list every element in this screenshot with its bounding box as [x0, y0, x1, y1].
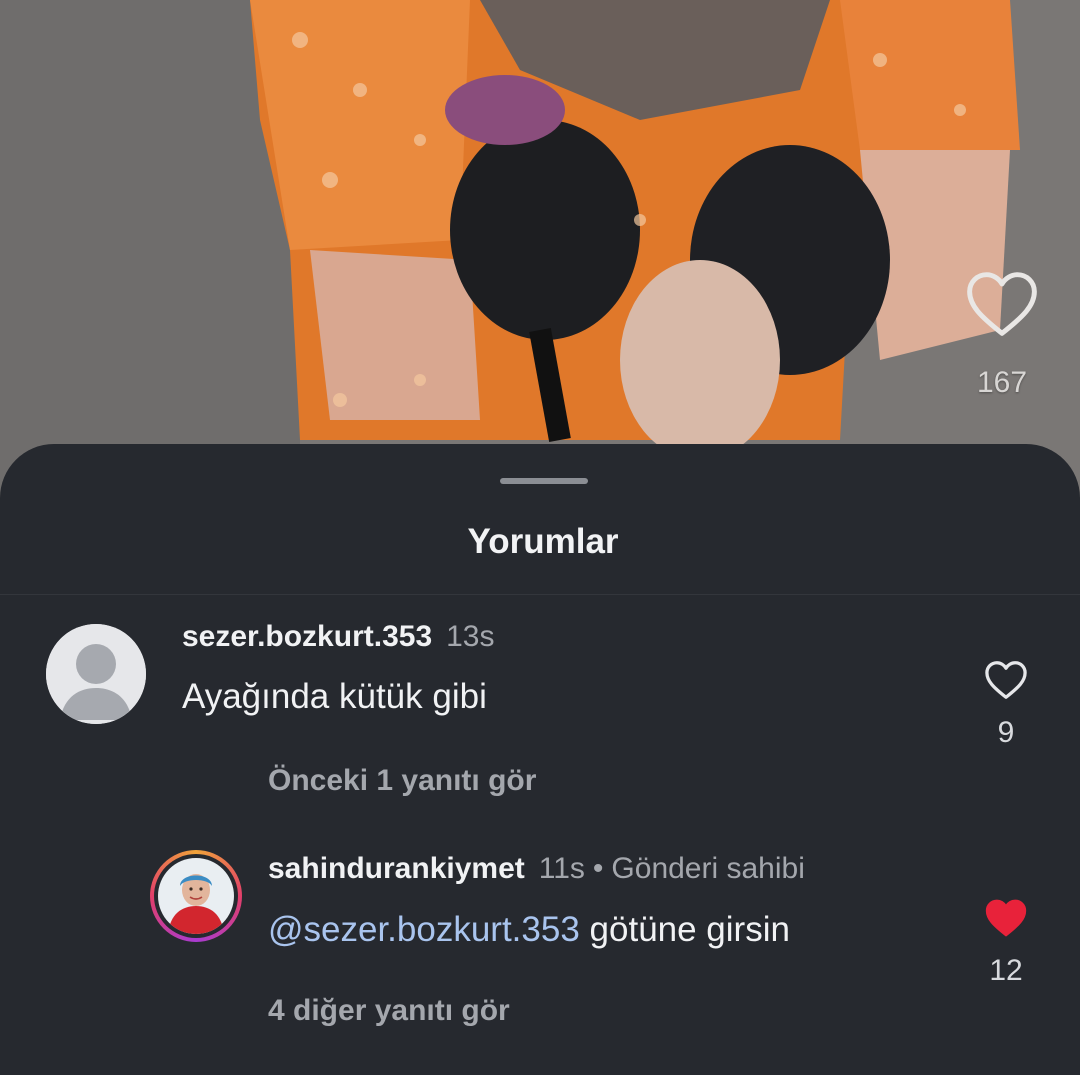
heart-filled-icon[interactable]: [984, 898, 1028, 938]
sheet-drag-handle[interactable]: [500, 478, 588, 484]
comment-like-count: 9: [997, 716, 1015, 749]
video-like-group[interactable]: 167: [962, 270, 1042, 400]
reply-text: @sezer.bozkurt.353 götüne girsin: [268, 910, 790, 950]
heart-outline-icon[interactable]: [965, 270, 1039, 338]
reply-like-group[interactable]: 12: [976, 898, 1036, 988]
avatar-ring: [154, 854, 238, 938]
avatar[interactable]: [46, 624, 146, 724]
post-owner-label: Gönderi sahibi: [611, 852, 805, 885]
reply-like-count: 12: [989, 954, 1023, 987]
view-replies-link[interactable]: Önceki 1 yanıtı gör: [268, 764, 536, 798]
video-like-count: 167: [976, 366, 1028, 399]
reply-timestamp: 11s: [538, 852, 585, 885]
comment-username[interactable]: sezer.bozkurt.353: [182, 620, 432, 653]
sheet-title: Yorumlar: [467, 522, 619, 561]
heart-outline-icon[interactable]: [984, 660, 1028, 700]
comment-text: Ayağında kütük gibi: [182, 677, 487, 716]
view-more-replies-link[interactable]: 4 diğer yanıtı gör: [268, 994, 510, 1028]
avatar[interactable]: [150, 850, 242, 942]
person-placeholder-icon: [46, 624, 146, 724]
comments-sheet: Yorumlar sezer.bozkurt.353 13s Ayağında k…: [0, 444, 1080, 1075]
avatar-photo: [158, 858, 234, 934]
reply-username[interactable]: sahindurankiymet: [268, 852, 525, 885]
profile-photo: [158, 858, 234, 934]
reply-meta: sahindurankiymet 11s • Gönderi sahibi: [268, 852, 805, 886]
divider: [0, 594, 1080, 595]
mention-link[interactable]: @sezer.bozkurt.353: [268, 910, 580, 949]
screen: 167 Yorumlar sezer.bozkurt.353 13s Ayağın…: [0, 0, 1080, 1075]
reply-body: götüne girsin: [579, 910, 790, 949]
comment-like-group[interactable]: 9: [976, 660, 1036, 750]
meta-separator: •: [592, 852, 604, 885]
comment-meta: sezer.bozkurt.353 13s: [182, 620, 495, 654]
comment-timestamp: 13s: [446, 620, 495, 653]
